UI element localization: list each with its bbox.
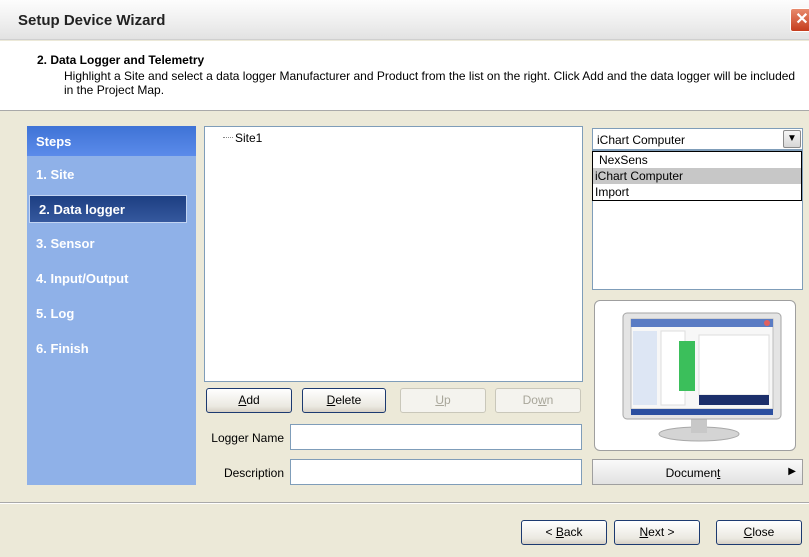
- manufacturer-select[interactable]: iChart Computer ▼: [592, 128, 803, 150]
- page-description: Highlight a Site and select a data logge…: [64, 69, 796, 97]
- down-button[interactable]: Down: [495, 388, 581, 413]
- close-button[interactable]: Close: [716, 520, 802, 545]
- footer-divider: [0, 502, 809, 504]
- steps-heading: Steps: [27, 126, 196, 156]
- window-title: Setup Device Wizard: [18, 12, 166, 29]
- title-bar: Setup Device Wizard ✕: [0, 0, 809, 40]
- description-label: Description: [223, 466, 284, 480]
- monitor-image: [622, 312, 782, 442]
- document-button[interactable]: Document ▶: [592, 459, 803, 485]
- option-ichart-computer[interactable]: iChart Computer: [593, 168, 801, 184]
- up-button[interactable]: Up: [400, 388, 486, 413]
- option-nexsens[interactable]: NexSens: [593, 152, 801, 168]
- step-data-logger[interactable]: 2. Data logger: [29, 195, 187, 223]
- document-label: Document: [665, 466, 721, 480]
- tree-connector: [223, 137, 233, 138]
- logger-name-input[interactable]: [290, 424, 582, 450]
- option-import[interactable]: Import: [593, 184, 801, 200]
- delete-button[interactable]: Delete: [302, 388, 386, 413]
- device-preview: [594, 300, 796, 451]
- step-site[interactable]: 1. Site: [27, 161, 196, 189]
- steps-panel: Steps 1. Site 2. Data logger 3. Sensor 4…: [27, 126, 196, 485]
- arrow-right-icon: ▶: [788, 466, 796, 477]
- page-title: 2. Data Logger and Telemetry: [37, 53, 205, 67]
- manufacturer-selected: iChart Computer: [597, 133, 686, 147]
- tree-item-site1[interactable]: Site1: [235, 131, 262, 145]
- add-button[interactable]: Add: [206, 388, 292, 413]
- next-button[interactable]: Next >: [614, 520, 700, 545]
- close-window-icon[interactable]: ✕: [790, 8, 809, 32]
- back-button[interactable]: < Back: [521, 520, 607, 545]
- manufacturer-dropdown[interactable]: NexSens iChart Computer Import: [592, 151, 802, 201]
- step-sensor[interactable]: 3. Sensor: [27, 230, 196, 258]
- step-log[interactable]: 5. Log: [27, 300, 196, 328]
- wizard-header: 2. Data Logger and Telemetry Highlight a…: [0, 41, 809, 111]
- logger-name-label: Logger Name: [211, 431, 284, 445]
- step-finish[interactable]: 6. Finish: [27, 335, 196, 363]
- description-input[interactable]: [290, 459, 582, 485]
- step-input-output[interactable]: 4. Input/Output: [27, 265, 196, 293]
- project-tree[interactable]: Site1: [204, 126, 583, 382]
- chevron-down-icon[interactable]: ▼: [783, 130, 801, 148]
